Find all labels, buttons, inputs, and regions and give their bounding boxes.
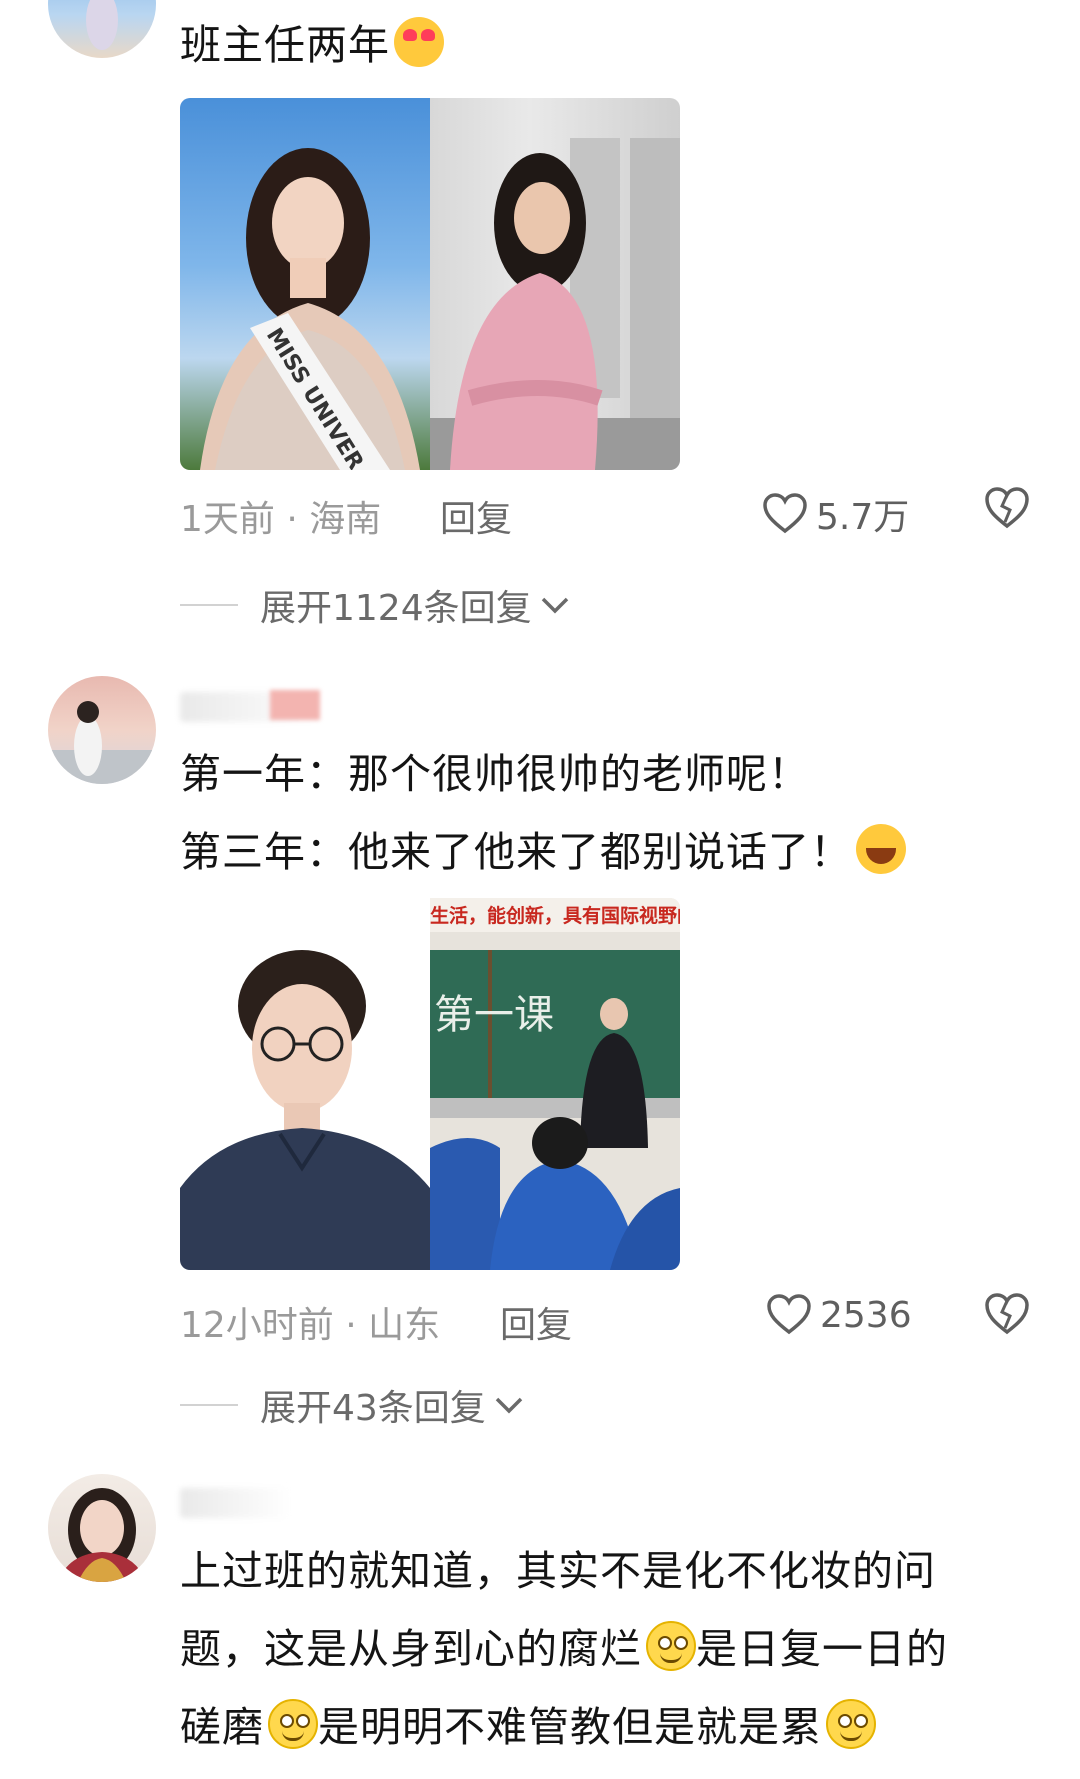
comment-text-line: 第三年：他来了他来了都别说话了！: [180, 828, 852, 876]
avatar-image: [48, 701, 156, 784]
grin-emoji-icon: [826, 1699, 876, 1749]
comment-text: 第一年：那个很帅很帅的老师呢！ 第三年：他来了他来了都别说话了！: [180, 735, 1020, 891]
photo-pageant[interactable]: MISS UNIVER: [180, 98, 430, 470]
broken-heart-icon: [985, 487, 1029, 529]
comment-meta: 1天前 · 海南 回复 5.7万: [180, 482, 1030, 540]
comment-photos: 生活，能创新，具有国际视野的 第一课: [180, 898, 680, 1270]
comment-text-line-2: 题，这是从身到心的腐烂 是日复一日的: [180, 1610, 1040, 1688]
comment-text-line: 磋磨: [180, 1703, 264, 1751]
time-location: 12小时前 · 山东: [180, 1305, 441, 1346]
reply-button[interactable]: 回复: [440, 490, 512, 542]
classroom-banner-text: 生活，能创新，具有国际视野的: [430, 904, 680, 927]
chevron-down-icon: [541, 597, 568, 614]
avatar[interactable]: [48, 1474, 156, 1582]
heart-outline-icon: [763, 493, 807, 534]
heart-outline-icon: [767, 1294, 811, 1335]
grin-emoji-icon: [268, 1699, 318, 1749]
heart-eyes-emoji-icon: [394, 17, 444, 67]
reply-button[interactable]: 回复: [500, 1296, 572, 1348]
comment-text-line: 是明明不难管教但是就是累: [318, 1703, 822, 1751]
username-blurred: [180, 1488, 290, 1518]
comment-text: 上过班的就知道，其实不是化不化妆的问 题，这是从身到心的腐烂 是日复一日的 磋磨 是…: [180, 1532, 1040, 1766]
avatar-image: [58, 1488, 146, 1582]
photo-teacher-pink[interactable]: [430, 98, 680, 470]
avatar[interactable]: [48, 676, 156, 784]
photo-classroom[interactable]: 生活，能创新，具有国际视野的 第一课: [430, 898, 680, 1270]
comment-text-line-2: 第三年：他来了他来了都别说话了！: [180, 813, 1020, 891]
avatar[interactable]: [48, 0, 156, 58]
expand-replies-button[interactable]: 展开1124条回复: [180, 580, 572, 630]
comment-text-line: 班主任两年: [180, 21, 390, 69]
comment-text-line: 第一年：那个很帅很帅的老师呢！: [180, 750, 810, 798]
rolling-laugh-emoji-icon: [856, 824, 906, 874]
comment-text: 班主任两年: [180, 6, 1020, 84]
expand-replies-label: 展开43条回复: [260, 1388, 486, 1429]
like-button[interactable]: 5.7万: [762, 488, 909, 540]
expand-replies-label: 展开1124条回复: [260, 588, 532, 629]
avatar-image: [86, 0, 118, 50]
chalkboard-text: 第一课: [434, 992, 554, 1038]
photo-id-portrait[interactable]: [180, 898, 430, 1270]
like-count: 5.7万: [816, 497, 910, 538]
chevron-down-icon: [495, 1397, 523, 1414]
divider-dash: [180, 604, 238, 606]
divider-dash: [180, 1404, 238, 1406]
grin-emoji-icon: [646, 1621, 696, 1671]
dislike-button[interactable]: [984, 486, 1030, 530]
comment-meta: 12小时前 · 山东 回复 2536: [180, 1288, 1030, 1346]
comment-photos: MISS UNIVER: [180, 98, 680, 470]
comment-text-line: 上过班的就知道，其实不是化不化妆的问: [180, 1547, 936, 1595]
comment-text-line: 题，这是从身到心的腐烂: [180, 1625, 642, 1673]
dislike-button[interactable]: [984, 1292, 1030, 1336]
username-badge-blurred: [270, 690, 320, 720]
like-count: 2536: [820, 1294, 912, 1336]
expand-replies-button[interactable]: 展开43条回复: [180, 1380, 526, 1430]
time-location: 1天前 · 海南: [180, 499, 382, 540]
comment-text-line-3: 磋磨 是明明不难管教但是就是累: [180, 1688, 1040, 1766]
comment-text-line: 是日复一日的: [696, 1625, 948, 1673]
broken-heart-icon: [985, 1293, 1029, 1335]
like-button[interactable]: 2536: [766, 1294, 912, 1336]
